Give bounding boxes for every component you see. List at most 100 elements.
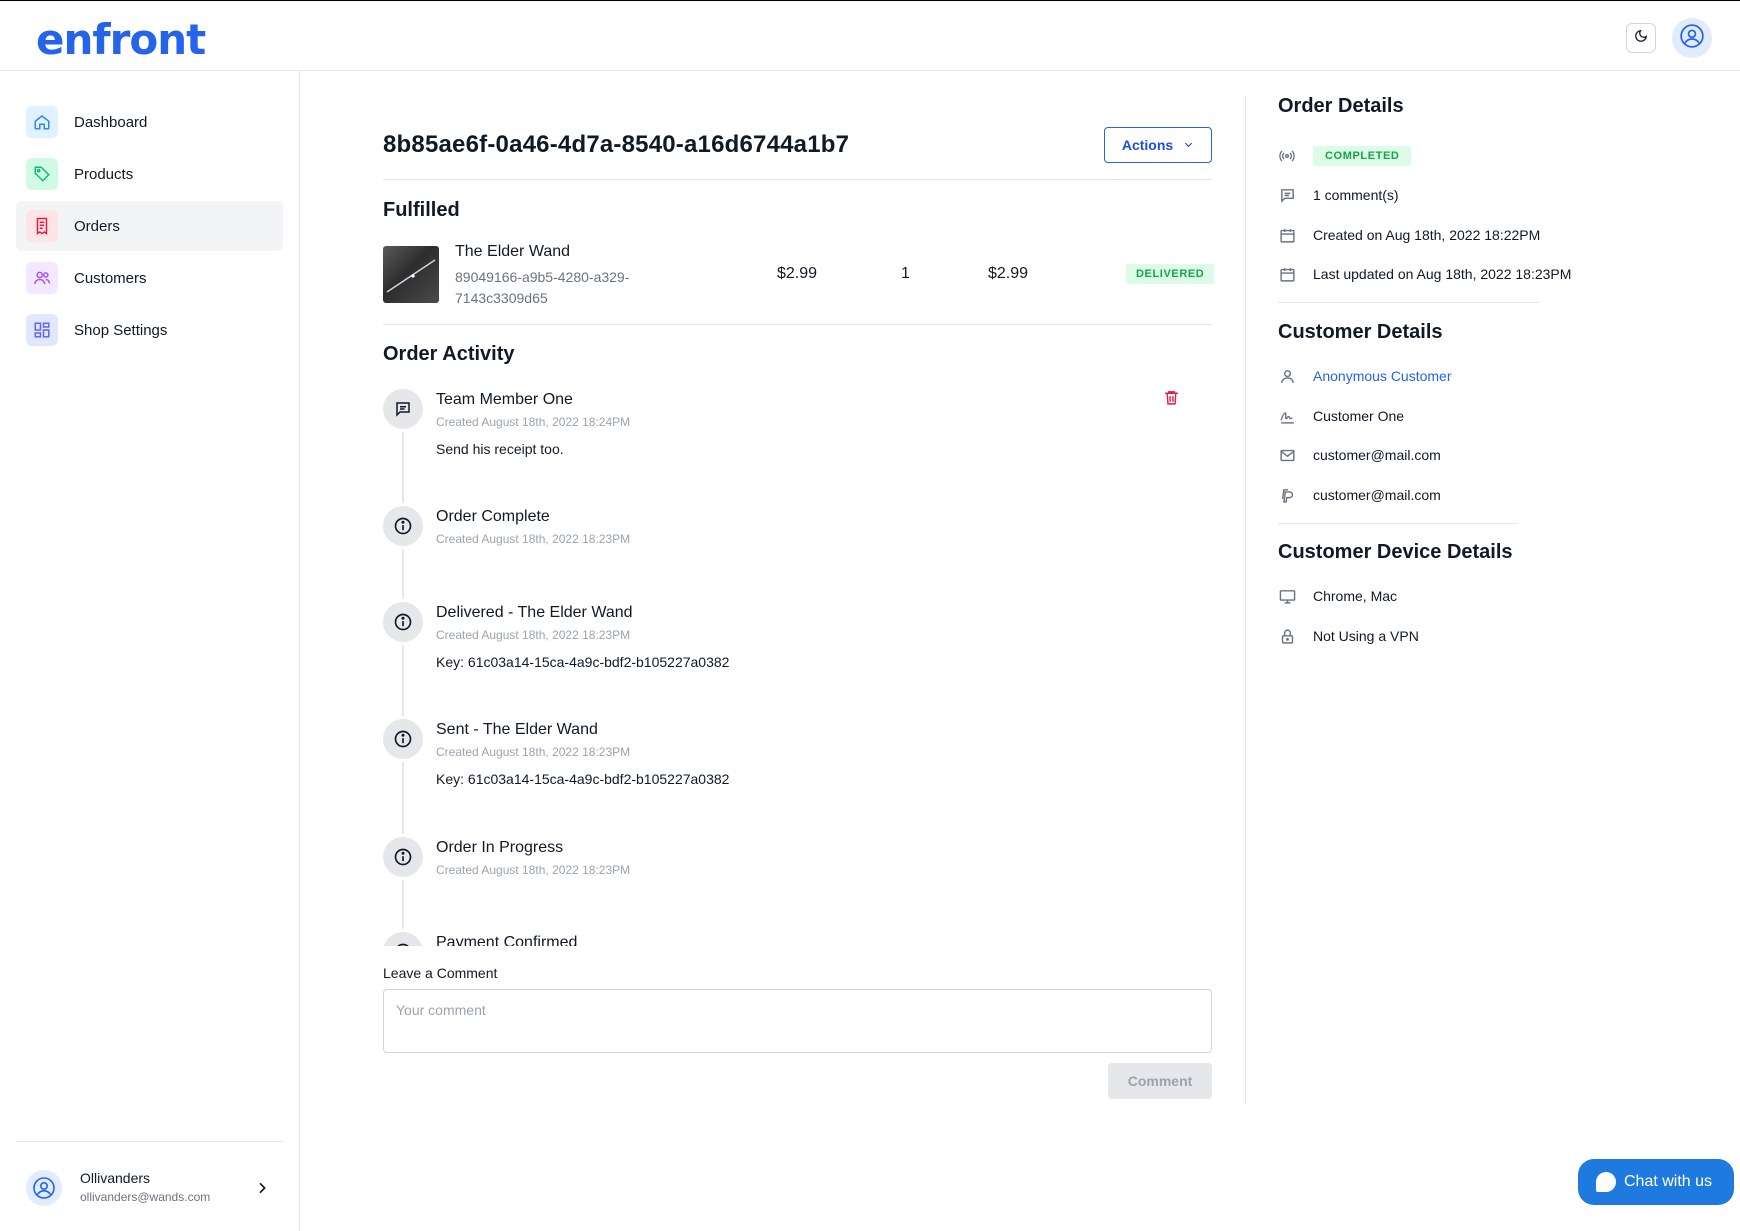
activity-timeline[interactable]: Team Member One Created August 18th, 202…	[383, 373, 1213, 946]
comment-icon	[383, 386, 426, 432]
sidebar-item-customers[interactable]: Customers	[16, 253, 283, 303]
activity-title: Order Complete	[436, 508, 550, 525]
completed-status-badge: COMPLETED	[1313, 146, 1412, 166]
chevron-down-icon	[1183, 137, 1194, 153]
comments-count-row: 1 comment(s)	[1278, 184, 1399, 206]
order-id-title: 8b85ae6f-0a46-4d7a-8540-a16d6744a1b7	[383, 131, 850, 158]
device-row: Chrome, Mac	[1278, 585, 1397, 607]
divider	[1245, 95, 1246, 1105]
product-thumbnail	[383, 246, 439, 303]
divider	[383, 324, 1212, 325]
sidebar: Dashboard Products Orders Customers Shop…	[0, 71, 300, 1231]
moon-icon	[1634, 29, 1648, 48]
vpn-row: Not Using a VPN	[1278, 625, 1419, 647]
activity-title: Order In Progress	[436, 839, 564, 856]
anonymous-customer-link[interactable]: Anonymous Customer	[1313, 368, 1452, 384]
vpn-status: Not Using a VPN	[1313, 628, 1419, 644]
customer-paypal-email: customer@mail.com	[1313, 487, 1441, 503]
tag-icon	[26, 158, 58, 190]
activity-title: Delivered - The Elder Wand	[436, 604, 633, 621]
chat-label: Chat with us	[1624, 1173, 1713, 1190]
customer-details-heading: Customer Details	[1278, 321, 1443, 343]
comments-count: 1 comment(s)	[1313, 187, 1399, 203]
activity-title: Payment Confirmed	[436, 934, 578, 946]
customer-email-row: customer@mail.com	[1278, 444, 1441, 466]
order-details-heading: Order Details	[1278, 95, 1404, 117]
activity-title: Team Member One	[436, 391, 573, 408]
users-icon	[26, 262, 58, 294]
info-icon	[383, 834, 426, 880]
trash-icon[interactable]	[1163, 389, 1180, 411]
enfront-logo[interactable]: enfront	[36, 15, 206, 64]
delivered-status-badge: DELIVERED	[1126, 264, 1215, 284]
order-status-row: COMPLETED	[1278, 145, 1412, 167]
created-date: Created on Aug 18th, 2022 18:22PM	[1313, 227, 1541, 243]
comment-icon	[1278, 186, 1296, 204]
monitor-icon	[1278, 587, 1296, 605]
sidebar-item-products[interactable]: Products	[16, 149, 283, 199]
activity-body: Send his receipt too.	[436, 441, 564, 457]
mail-icon	[1278, 446, 1296, 464]
order-activity-heading: Order Activity	[383, 343, 515, 365]
user-menu-button[interactable]	[1672, 18, 1712, 58]
calendar-icon	[1278, 226, 1296, 244]
info-icon	[383, 716, 426, 762]
sidebar-item-orders[interactable]: Orders	[16, 201, 283, 251]
activity-title: Sent - The Elder Wand	[436, 721, 598, 738]
activity-body: Key: 61c03a14-15ca-4a9c-bdf2-b105227a038…	[436, 771, 730, 787]
comment-button[interactable]: Comment	[1108, 1063, 1212, 1099]
signature-icon	[1278, 407, 1296, 425]
comment-label: Leave a Comment	[383, 965, 498, 981]
divider	[1278, 302, 1540, 303]
updated-date: Last updated on Aug 18th, 2022 18:23PM	[1313, 266, 1572, 282]
updated-row: Last updated on Aug 18th, 2022 18:23PM	[1278, 263, 1571, 285]
activity-body: Key: 61c03a14-15ca-4a9c-bdf2-b105227a038…	[436, 654, 730, 670]
user-circle-icon	[1679, 23, 1705, 54]
customer-type-row: Anonymous Customer	[1278, 365, 1452, 387]
chevron-right-icon	[254, 1180, 270, 1201]
user-icon	[1278, 367, 1296, 385]
info-icon	[383, 599, 426, 645]
sidebar-item-label: Products	[74, 165, 134, 183]
sidebar-item-label: Customers	[74, 269, 147, 287]
info-icon	[383, 503, 426, 549]
product-name[interactable]: The Elder Wand	[455, 243, 570, 261]
info-icon	[383, 929, 426, 946]
account-switcher[interactable]: Ollivanders ollivanders@wands.com	[16, 1141, 283, 1221]
home-icon	[26, 106, 58, 138]
divider	[1278, 523, 1518, 524]
activity-date: Created August 18th, 2022 18:23PM	[436, 863, 631, 877]
device-info: Chrome, Mac	[1313, 588, 1398, 604]
unit-price: $2.99	[777, 265, 818, 282]
signal-icon	[1278, 147, 1296, 165]
activity-date: Created August 18th, 2022 18:24PM	[436, 415, 631, 429]
activity-date: Created August 18th, 2022 18:23PM	[436, 628, 631, 642]
fulfilled-heading: Fulfilled	[383, 199, 460, 221]
product-id: 89049166-a9b5-4280-a329-7143c3309d65	[455, 269, 630, 306]
activity-date: Created August 18th, 2022 18:23PM	[436, 532, 631, 546]
lock-icon	[1278, 627, 1296, 645]
calendar-icon	[1278, 265, 1296, 283]
sidebar-item-shop-settings[interactable]: Shop Settings	[16, 305, 283, 355]
account-name: Ollivanders	[80, 1170, 151, 1186]
activity-date: Created August 18th, 2022 18:23PM	[436, 745, 631, 759]
receipt-icon	[26, 210, 58, 242]
customer-name: Customer One	[1313, 408, 1405, 424]
grid-icon	[26, 314, 58, 346]
chat-bubble-icon	[1596, 1172, 1616, 1192]
chat-with-us-button[interactable]: Chat with us	[1578, 1159, 1734, 1205]
sidebar-item-label: Shop Settings	[74, 321, 168, 339]
paypal-icon	[1278, 486, 1296, 504]
comment-input[interactable]	[383, 989, 1212, 1053]
theme-toggle-button[interactable]	[1626, 23, 1656, 53]
sidebar-item-dashboard[interactable]: Dashboard	[16, 97, 283, 147]
actions-label: Actions	[1121, 137, 1174, 153]
actions-dropdown-button[interactable]: Actions	[1104, 127, 1212, 163]
quantity: 1	[901, 265, 910, 282]
order-main: 8b85ae6f-0a46-4d7a-8540-a16d6744a1b7 Act…	[383, 71, 1215, 1111]
customer-name-row: Customer One	[1278, 405, 1404, 427]
account-avatar	[26, 1170, 62, 1206]
top-bar: enfront	[0, 0, 1740, 71]
divider	[383, 179, 1212, 180]
sidebar-item-label: Orders	[74, 217, 120, 235]
